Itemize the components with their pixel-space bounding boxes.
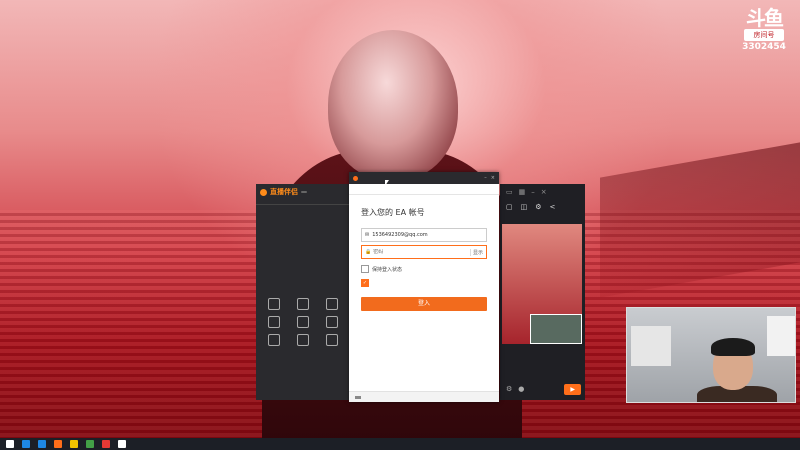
preview-actions: ▢ ◫ ⚙ < [500,200,585,214]
taskbar-app-icon[interactable] [54,440,62,448]
login-button[interactable]: 登入 [361,297,487,311]
client-version [301,191,307,193]
logo-mark: 斗鱼 [746,6,784,30]
close-icon[interactable]: × [541,188,547,196]
start-live-button[interactable]: ▶ [564,383,581,395]
tool-icon [296,316,309,328]
ea-login-dialog: – × 登入您的 EA 帐号 ✉ 1536492309@qq.com 🔒 显示 … [349,172,499,402]
taskbar-app-icon[interactable] [118,440,126,448]
preview-toolbar: ▭ ▦ – × [500,184,585,200]
webcam-monitor [631,326,671,366]
tool-button[interactable] [319,316,346,330]
tools-title [256,286,350,294]
taskbar-app-icon[interactable] [38,440,46,448]
tool-button[interactable] [289,334,316,348]
tool-icon [326,316,339,328]
room-number: 3302454 [742,42,786,52]
tool-button[interactable] [260,298,287,312]
scene-item[interactable] [260,207,346,218]
tool-button[interactable] [260,334,287,348]
scene-item[interactable] [260,273,346,284]
scene-item[interactable] [260,240,346,251]
room-label: 房间号 [744,29,784,41]
tool-button[interactable] [319,298,346,312]
login-tabs [349,184,499,195]
password-field[interactable]: 🔒 显示 [361,245,487,259]
gear-icon[interactable]: ⚙ [535,203,541,211]
tool-button[interactable] [260,316,287,330]
mic-icon[interactable]: ● [518,385,524,393]
scene-item[interactable] [260,262,346,273]
streaming-client-window: 直播伴侣 [256,184,350,400]
password-input[interactable] [371,249,470,255]
taskbar-app-icon[interactable] [86,440,94,448]
checkbox-box[interactable] [361,265,369,273]
login-heading: 登入您的 EA 帐号 [361,208,425,217]
ea-logo-icon [355,395,361,399]
dialog-footer [349,391,499,402]
share-icon[interactable]: < [550,203,556,211]
scene-item[interactable] [260,229,346,240]
agree-checkbox[interactable]: ✓ [361,279,487,287]
webcam-person-hair [711,338,755,356]
tool-icon [267,334,280,346]
settings-icon[interactable]: ⚙ [506,385,512,393]
layers-icon[interactable]: ◫ [521,203,528,211]
email-field[interactable]: ✉ 1536492309@qq.com [361,228,487,242]
mouse-cursor [385,180,389,186]
tool-icon [267,316,280,328]
tool-icon [296,334,309,346]
tools-grid [256,294,350,352]
remember-checkbox[interactable]: 保持登入状态 [361,265,487,273]
tool-button[interactable] [319,334,346,348]
webcam-jersey [767,316,795,356]
taskbar [0,438,800,450]
origin-logo-icon [353,175,358,181]
crop-icon[interactable]: ▢ [506,203,513,211]
taskbar-app-icon[interactable] [22,440,30,448]
preview-camera [530,314,582,344]
email-value: 1536492309@qq.com [372,232,428,238]
tool-icon [326,334,339,346]
start-icon[interactable] [6,440,14,448]
dialog-close-button[interactable]: × [491,175,495,181]
client-brand: 直播伴侣 [270,188,298,196]
tool-icon [267,298,280,310]
tool-icon [296,298,309,310]
minimize-icon[interactable]: – [531,188,535,196]
client-header: 直播伴侣 [256,184,350,200]
tool-icon [326,298,339,310]
tool-button[interactable] [289,316,316,330]
webcam-overlay [626,307,796,403]
tool-button[interactable] [289,298,316,312]
taskbar-app-icon[interactable] [70,440,78,448]
grid-icon[interactable]: ▦ [519,188,526,196]
douyu-logo: 斗鱼 房间号 3302454 [742,8,786,52]
show-password-button[interactable]: 显示 [469,248,483,256]
scene-list [256,205,350,286]
monitor-icon[interactable]: ▭ [506,188,513,196]
checkbox-checked[interactable]: ✓ [361,279,369,287]
taskbar-app-icon[interactable] [102,440,110,448]
remember-label: 保持登入状态 [372,266,403,273]
preview-bottom-bar: ⚙ ● ▶ [500,378,585,400]
scene-item[interactable] [260,251,346,262]
dialog-minimize-button[interactable]: – [484,175,487,181]
preview-window: ▭ ▦ – × ▢ ◫ ⚙ < ⚙ ● ▶ [500,184,585,400]
overlay-ticker [0,0,700,24]
figure-head [328,30,458,180]
client-logo-icon [260,188,267,196]
dialog-titlebar: – × [349,172,499,184]
scene-item[interactable] [260,218,346,229]
